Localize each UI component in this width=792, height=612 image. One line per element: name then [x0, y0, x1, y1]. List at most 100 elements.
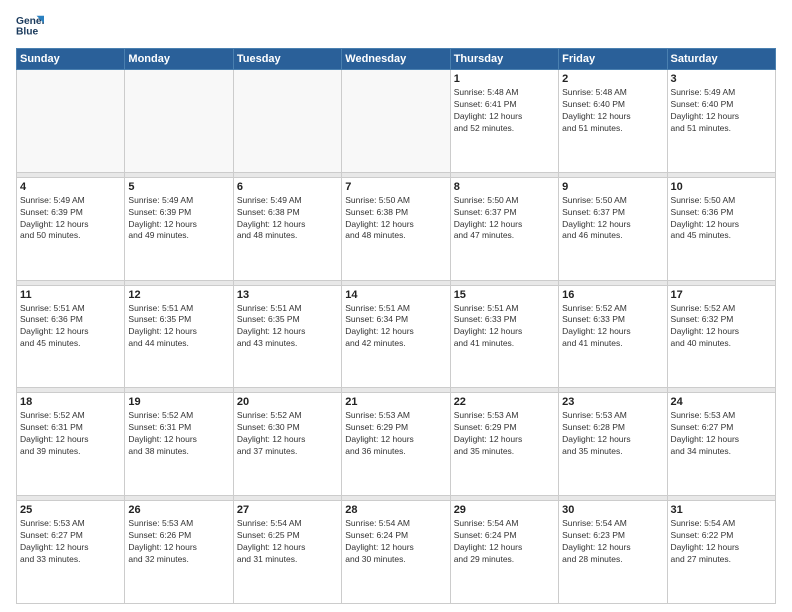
day-number: 17	[671, 289, 772, 301]
day-info: Sunrise: 5:49 AM Sunset: 6:39 PM Dayligh…	[128, 195, 229, 243]
day-cell: 25 Sunrise: 5:53 AM Sunset: 6:27 PM Dayli…	[17, 501, 125, 604]
day-cell: 20 Sunrise: 5:52 AM Sunset: 6:30 PM Dayli…	[233, 393, 341, 496]
day-cell: 10 Sunrise: 5:50 AM Sunset: 6:36 PM Dayli…	[667, 177, 775, 280]
day-number: 31	[671, 504, 772, 516]
day-number: 25	[20, 504, 121, 516]
calendar-page: General Blue SundayMondayTuesdayWednesda…	[0, 0, 792, 612]
day-info: Sunrise: 5:50 AM Sunset: 6:37 PM Dayligh…	[454, 195, 555, 243]
day-cell	[342, 70, 450, 173]
day-info: Sunrise: 5:52 AM Sunset: 6:31 PM Dayligh…	[20, 410, 121, 458]
day-number: 2	[562, 73, 663, 85]
day-cell: 8 Sunrise: 5:50 AM Sunset: 6:37 PM Daylig…	[450, 177, 558, 280]
day-info: Sunrise: 5:49 AM Sunset: 6:38 PM Dayligh…	[237, 195, 338, 243]
day-cell	[125, 70, 233, 173]
week-row-5: 25 Sunrise: 5:53 AM Sunset: 6:27 PM Dayli…	[17, 501, 776, 604]
day-number: 19	[128, 396, 229, 408]
day-info: Sunrise: 5:51 AM Sunset: 6:35 PM Dayligh…	[237, 303, 338, 351]
day-number: 13	[237, 289, 338, 301]
day-cell: 29 Sunrise: 5:54 AM Sunset: 6:24 PM Dayli…	[450, 501, 558, 604]
day-cell: 4 Sunrise: 5:49 AM Sunset: 6:39 PM Daylig…	[17, 177, 125, 280]
day-number: 14	[345, 289, 446, 301]
day-number: 8	[454, 181, 555, 193]
day-number: 7	[345, 181, 446, 193]
day-cell	[17, 70, 125, 173]
day-number: 12	[128, 289, 229, 301]
day-info: Sunrise: 5:53 AM Sunset: 6:29 PM Dayligh…	[454, 410, 555, 458]
day-number: 18	[20, 396, 121, 408]
day-cell: 2 Sunrise: 5:48 AM Sunset: 6:40 PM Daylig…	[559, 70, 667, 173]
weekday-header-monday: Monday	[125, 49, 233, 70]
day-info: Sunrise: 5:51 AM Sunset: 6:34 PM Dayligh…	[345, 303, 446, 351]
weekday-header-thursday: Thursday	[450, 49, 558, 70]
day-cell: 27Sunrise: 5:54 AM Sunset: 6:25 PM Dayli…	[233, 501, 341, 604]
day-cell: 13 Sunrise: 5:51 AM Sunset: 6:35 PM Dayli…	[233, 285, 341, 388]
day-info: Sunrise: 5:52 AM Sunset: 6:32 PM Dayligh…	[671, 303, 772, 351]
day-cell: 1 Sunrise: 5:48 AM Sunset: 6:41 PM Daylig…	[450, 70, 558, 173]
day-info: Sunrise: 5:54 AM Sunset: 6:25 PM Dayligh…	[237, 518, 338, 566]
day-cell: 16 Sunrise: 5:52 AM Sunset: 6:33 PM Dayli…	[559, 285, 667, 388]
weekday-header-wednesday: Wednesday	[342, 49, 450, 70]
day-cell: 24 Sunrise: 5:53 AM Sunset: 6:27 PM Dayli…	[667, 393, 775, 496]
weekday-header-row: SundayMondayTuesdayWednesdayThursdayFrid…	[17, 49, 776, 70]
day-number: 20	[237, 396, 338, 408]
day-number: 15	[454, 289, 555, 301]
day-info: Sunrise: 5:53 AM Sunset: 6:27 PM Dayligh…	[671, 410, 772, 458]
day-number: 30	[562, 504, 663, 516]
day-number: 5	[128, 181, 229, 193]
day-info: Sunrise: 5:53 AM Sunset: 6:26 PM Dayligh…	[128, 518, 229, 566]
day-cell: 23 Sunrise: 5:53 AM Sunset: 6:28 PM Dayli…	[559, 393, 667, 496]
day-number: 29	[454, 504, 555, 516]
calendar-table: SundayMondayTuesdayWednesdayThursdayFrid…	[16, 48, 776, 604]
day-number: 4	[20, 181, 121, 193]
day-info: Sunrise: 5:52 AM Sunset: 6:30 PM Dayligh…	[237, 410, 338, 458]
day-cell	[233, 70, 341, 173]
day-info: Sunrise: 5:49 AM Sunset: 6:40 PM Dayligh…	[671, 87, 772, 135]
day-cell: 30 Sunrise: 5:54 AM Sunset: 6:23 PM Dayli…	[559, 501, 667, 604]
day-info: Sunrise: 5:54 AM Sunset: 6:24 PM Dayligh…	[454, 518, 555, 566]
day-cell: 14 Sunrise: 5:51 AM Sunset: 6:34 PM Dayli…	[342, 285, 450, 388]
logo: General Blue	[16, 12, 44, 40]
day-cell: 9 Sunrise: 5:50 AM Sunset: 6:37 PM Daylig…	[559, 177, 667, 280]
day-cell: 11 Sunrise: 5:51 AM Sunset: 6:36 PM Dayli…	[17, 285, 125, 388]
day-number: 24	[671, 396, 772, 408]
day-info: Sunrise: 5:49 AM Sunset: 6:39 PM Dayligh…	[20, 195, 121, 243]
day-number: 11	[20, 289, 121, 301]
day-info: Sunrise: 5:50 AM Sunset: 6:36 PM Dayligh…	[671, 195, 772, 243]
day-cell: 21Sunrise: 5:53 AM Sunset: 6:29 PM Dayli…	[342, 393, 450, 496]
day-cell: 5 Sunrise: 5:49 AM Sunset: 6:39 PM Daylig…	[125, 177, 233, 280]
day-number: 16	[562, 289, 663, 301]
day-cell: 31Sunrise: 5:54 AM Sunset: 6:22 PM Dayli…	[667, 501, 775, 604]
day-info: Sunrise: 5:52 AM Sunset: 6:33 PM Dayligh…	[562, 303, 663, 351]
day-cell: 19 Sunrise: 5:52 AM Sunset: 6:31 PM Dayli…	[125, 393, 233, 496]
day-info: Sunrise: 5:50 AM Sunset: 6:37 PM Dayligh…	[562, 195, 663, 243]
day-info: Sunrise: 5:53 AM Sunset: 6:28 PM Dayligh…	[562, 410, 663, 458]
day-number: 10	[671, 181, 772, 193]
day-info: Sunrise: 5:48 AM Sunset: 6:40 PM Dayligh…	[562, 87, 663, 135]
day-info: Sunrise: 5:48 AM Sunset: 6:41 PM Dayligh…	[454, 87, 555, 135]
day-number: 21	[345, 396, 446, 408]
day-info: Sunrise: 5:54 AM Sunset: 6:23 PM Dayligh…	[562, 518, 663, 566]
week-row-4: 18 Sunrise: 5:52 AM Sunset: 6:31 PM Dayli…	[17, 393, 776, 496]
day-number: 1	[454, 73, 555, 85]
day-number: 3	[671, 73, 772, 85]
day-info: Sunrise: 5:51 AM Sunset: 6:36 PM Dayligh…	[20, 303, 121, 351]
day-number: 28	[345, 504, 446, 516]
weekday-header-tuesday: Tuesday	[233, 49, 341, 70]
day-cell: 17 Sunrise: 5:52 AM Sunset: 6:32 PM Dayli…	[667, 285, 775, 388]
day-cell: 28 Sunrise: 5:54 AM Sunset: 6:24 PM Dayli…	[342, 501, 450, 604]
weekday-header-sunday: Sunday	[17, 49, 125, 70]
day-cell: 26Sunrise: 5:53 AM Sunset: 6:26 PM Dayli…	[125, 501, 233, 604]
svg-text:Blue: Blue	[16, 26, 39, 37]
week-row-2: 4 Sunrise: 5:49 AM Sunset: 6:39 PM Daylig…	[17, 177, 776, 280]
day-number: 9	[562, 181, 663, 193]
week-row-1: 1 Sunrise: 5:48 AM Sunset: 6:41 PM Daylig…	[17, 70, 776, 173]
header: General Blue	[16, 12, 776, 40]
day-info: Sunrise: 5:54 AM Sunset: 6:24 PM Dayligh…	[345, 518, 446, 566]
day-number: 22	[454, 396, 555, 408]
day-info: Sunrise: 5:52 AM Sunset: 6:31 PM Dayligh…	[128, 410, 229, 458]
day-number: 23	[562, 396, 663, 408]
day-cell: 6Sunrise: 5:49 AM Sunset: 6:38 PM Daylig…	[233, 177, 341, 280]
day-info: Sunrise: 5:51 AM Sunset: 6:35 PM Dayligh…	[128, 303, 229, 351]
day-info: Sunrise: 5:53 AM Sunset: 6:27 PM Dayligh…	[20, 518, 121, 566]
day-cell: 18 Sunrise: 5:52 AM Sunset: 6:31 PM Dayli…	[17, 393, 125, 496]
